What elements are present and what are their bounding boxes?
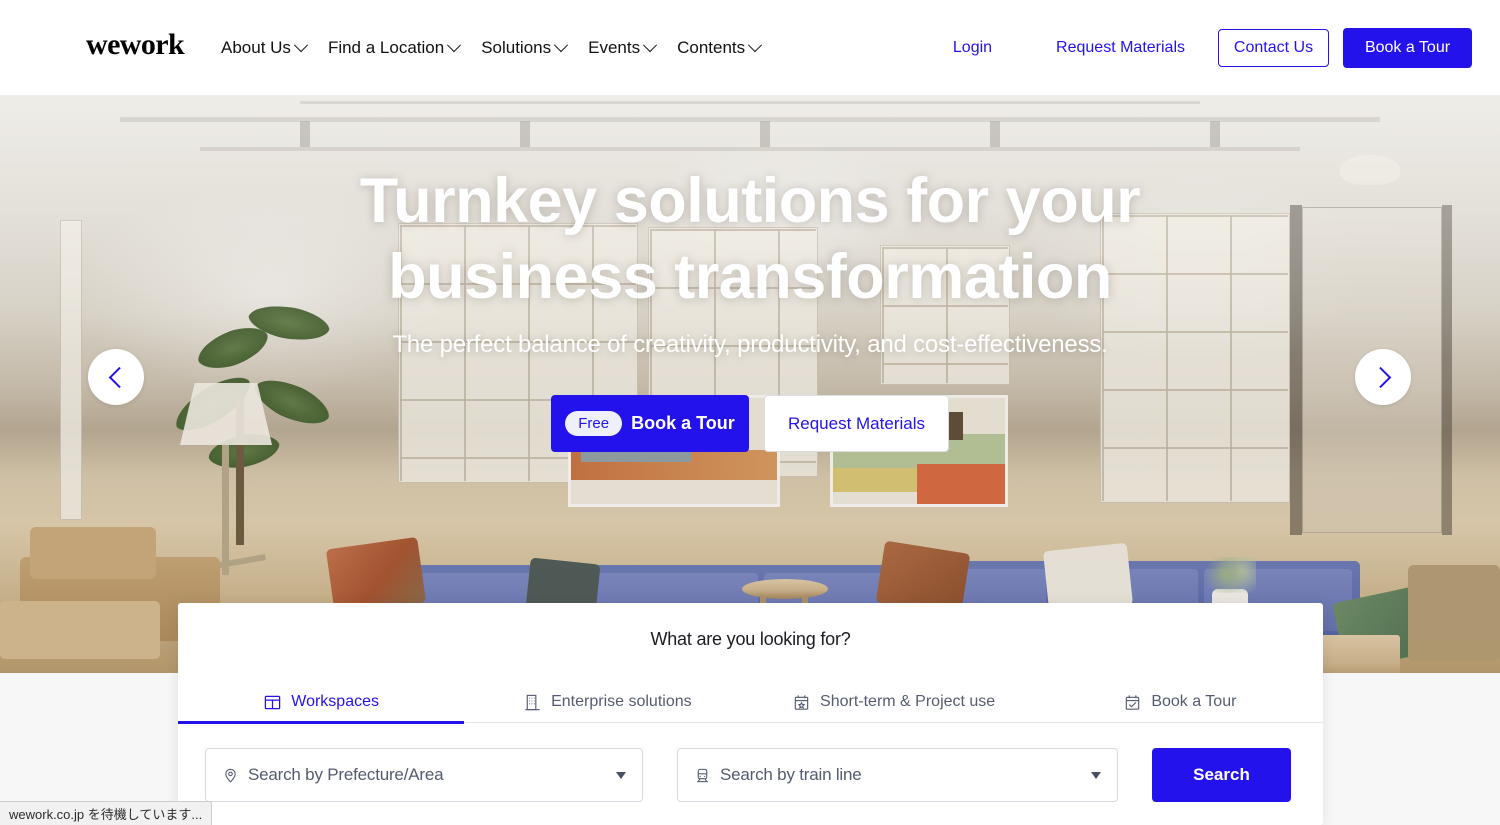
search-button[interactable]: Search <box>1152 748 1291 802</box>
contact-us-button[interactable]: Contact Us <box>1218 28 1329 67</box>
hero-content: Turnkey solutions for your business tran… <box>0 95 1500 673</box>
login-link[interactable]: Login <box>953 39 992 57</box>
free-badge: Free <box>565 411 623 436</box>
hero-title: Turnkey solutions for your business tran… <box>240 163 1260 315</box>
page-root: wework About Us Find a Location Solution… <box>0 0 1500 825</box>
tab-workspaces[interactable]: Workspaces <box>178 681 465 724</box>
nav-item-about-us[interactable]: About Us <box>221 37 309 58</box>
calendar-star-icon <box>794 694 809 710</box>
chevron-down-icon <box>748 37 763 52</box>
nav-label: Find a Location <box>327 37 445 57</box>
hero-carousel: Turnkey solutions for your business tran… <box>0 95 1500 673</box>
caret-down-icon <box>616 771 626 779</box>
hero-subtitle: The perfect balance of creativity, produ… <box>392 331 1108 358</box>
nav-label: About Us <box>221 37 291 57</box>
main-navigation: About Us Find a Location Solutions Event… <box>221 0 763 95</box>
hero-title-line-1: Turnkey solutions for your <box>359 166 1141 236</box>
train-icon <box>697 768 708 782</box>
search-panel: What are you looking for? Workspaces Ent… <box>178 603 1323 825</box>
tab-short-term-project-use[interactable]: Short-term & Project use <box>751 681 1037 723</box>
chevron-down-icon <box>447 37 462 52</box>
book-a-tour-button[interactable]: Book a Tour <box>1343 27 1472 68</box>
hero-book-a-tour-label: Book a Tour <box>631 413 735 433</box>
nav-label: Solutions <box>481 37 552 57</box>
chevron-right-icon <box>1369 366 1391 388</box>
location-pin-icon <box>225 768 236 783</box>
prefecture-area-select[interactable]: Search by Prefecture/Area <box>205 748 643 802</box>
prefecture-area-placeholder: Search by Prefecture/Area <box>248 765 444 784</box>
hero-book-a-tour-button[interactable]: Free Book a Tour <box>551 395 749 452</box>
train-line-select[interactable]: Search by train line <box>677 748 1118 802</box>
chevron-left-icon <box>108 366 130 388</box>
desk-icon <box>265 695 281 709</box>
tab-enterprise-solutions[interactable]: Enterprise solutions <box>464 681 750 723</box>
nav-item-find-a-location[interactable]: Find a Location <box>327 37 462 58</box>
tab-label: Book a Tour <box>1151 693 1237 710</box>
nav-item-solutions[interactable]: Solutions <box>481 37 569 58</box>
hero-cta-group: Free Book a Tour Request Materials <box>551 395 949 452</box>
header-actions: Login Request Materials Contact Us Book … <box>953 0 1472 95</box>
wework-logo[interactable]: wework <box>86 30 185 60</box>
tab-label: Short-term & Project use <box>820 693 996 710</box>
site-header: wework About Us Find a Location Solution… <box>0 0 1500 95</box>
tab-label: Enterprise solutions <box>551 693 692 710</box>
search-tabs: Workspaces Enterprise solutions Short-te… <box>178 681 1323 724</box>
train-line-placeholder: Search by train line <box>720 765 862 784</box>
caret-down-icon <box>1091 771 1101 779</box>
tab-label: Workspaces <box>291 693 379 710</box>
carousel-next-button[interactable] <box>1355 349 1411 405</box>
hero-title-line-2: business transformation <box>388 242 1112 312</box>
calendar-check-icon <box>1126 694 1140 710</box>
chevron-down-icon <box>643 37 658 52</box>
nav-label: Contents <box>677 37 746 57</box>
chevron-down-icon <box>554 37 569 52</box>
carousel-prev-button[interactable] <box>88 349 144 405</box>
hero-request-materials-button[interactable]: Request Materials <box>764 395 949 452</box>
nav-item-contents[interactable]: Contents <box>677 37 763 58</box>
office-building-icon <box>525 694 540 710</box>
request-materials-link[interactable]: Request Materials <box>1056 39 1185 57</box>
browser-status-bar: wework.co.jp を待機しています... <box>0 801 213 825</box>
tab-book-a-tour[interactable]: Book a Tour <box>1037 681 1323 723</box>
nav-label: Events <box>588 37 641 57</box>
chevron-down-icon <box>293 37 309 52</box>
nav-item-events[interactable]: Events <box>588 37 658 58</box>
search-panel-heading: What are you looking for? <box>650 629 851 649</box>
search-fields-row: Search by Prefecture/Area Search by trai… <box>178 723 1323 802</box>
